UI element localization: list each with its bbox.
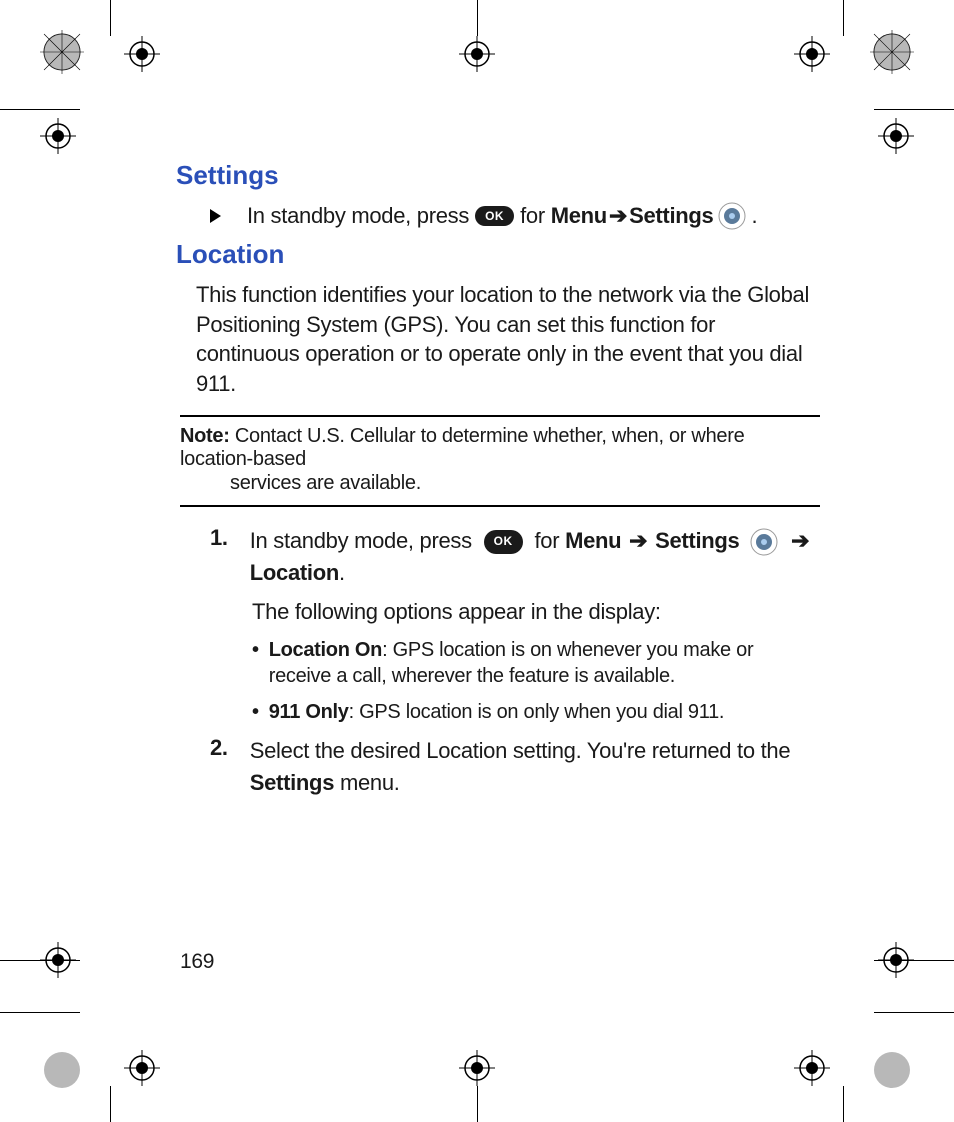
registration-mark-icon (40, 30, 84, 74)
ok-button-icon: OK (475, 206, 514, 226)
text: menu. (334, 770, 399, 795)
option-label: 911 Only (269, 701, 349, 723)
note-label: Note: (180, 425, 230, 447)
crosshair-icon (794, 1050, 830, 1086)
arrow-icon: ➔ (791, 528, 809, 553)
gear-icon (717, 201, 747, 231)
bullet-icon: • (252, 699, 259, 725)
crosshair-icon (459, 36, 495, 72)
period: . (339, 560, 345, 585)
crosshair-icon (459, 1050, 495, 1086)
settings-label: Settings (629, 203, 713, 229)
location-label: Location (250, 560, 339, 585)
step-2: 2. Select the desired Location setting. … (210, 735, 820, 799)
gear-icon (749, 527, 779, 557)
registration-mark-icon (870, 1048, 914, 1092)
menu-label: Menu (565, 528, 621, 553)
note-text: Contact U.S. Cellular to determine wheth… (180, 425, 744, 470)
crosshair-icon (794, 36, 830, 72)
bullet-icon: • (252, 637, 259, 689)
settings-label: Settings (250, 770, 334, 795)
crosshair-icon (124, 36, 160, 72)
page-number: 169 (180, 950, 214, 974)
heading-location: Location (176, 239, 820, 270)
text: In standby mode, press (250, 528, 472, 553)
triangle-bullet-icon (210, 209, 221, 223)
note-block: Note: Contact U.S. Cellular to determine… (180, 415, 820, 507)
option-label: Location On (269, 639, 382, 661)
registration-mark-icon (40, 1048, 84, 1092)
heading-settings: Settings (176, 160, 820, 191)
arrow-icon: ➔ (609, 203, 627, 229)
step-number: 2. (210, 735, 228, 799)
note-text-cont: services are available. (230, 471, 820, 495)
option-text: : GPS location is on only when you dial … (349, 701, 725, 723)
text: for (534, 528, 559, 553)
settings-label: Settings (655, 528, 739, 553)
crosshair-icon (40, 118, 76, 154)
crosshair-icon (40, 942, 76, 978)
arrow-icon: ➔ (629, 528, 647, 553)
option-911-only: • 911 Only: GPS location is on only when… (252, 699, 820, 725)
option-location-on: • Location On: GPS location is on whenev… (252, 637, 820, 689)
crosshair-icon (124, 1050, 160, 1086)
ok-button-icon: OK (484, 530, 523, 553)
text: for (520, 203, 545, 229)
intro-step: In standby mode, press OK for Menu ➔ Set… (210, 201, 820, 231)
crosshair-icon (878, 118, 914, 154)
text: Select the desired Location setting. You… (250, 738, 791, 763)
location-paragraph: This function identifies your location t… (196, 280, 820, 399)
step-1-subtext: The following options appear in the disp… (252, 599, 820, 625)
page-content: Settings In standby mode, press OK for M… (180, 160, 820, 809)
step-1: 1. In standby mode, press OK for Menu ➔ … (210, 525, 820, 589)
step-number: 1. (210, 525, 228, 589)
menu-label: Menu (551, 203, 607, 229)
crosshair-icon (878, 942, 914, 978)
text: In standby mode, press (247, 203, 469, 229)
period: . (751, 203, 757, 229)
registration-mark-icon (870, 30, 914, 74)
